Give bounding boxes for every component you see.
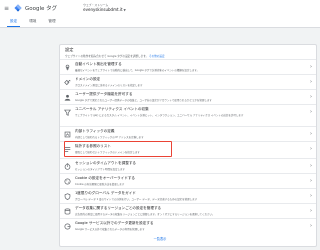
setting-row[interactable]: 内部トラフィックの定義 内部として扱われるトラフィックの IP アドレスを定義し… <box>60 126 316 141</box>
panel-intro-text: ウェブサイトの動作を組み合わせて Google タグの設定を調整します。 <box>65 55 149 58</box>
setting-desc: 最適なイベントをウェブサイトで自動的に検出して、Google タグで計測対象のイ… <box>75 68 200 72</box>
google-tag-logo <box>14 4 22 12</box>
traffic-icon <box>64 131 71 138</box>
google-icon <box>64 223 71 230</box>
timer-icon <box>64 163 71 170</box>
setting-title: Cookie の設定をオーバーライドする <box>75 176 136 180</box>
setting-title: 1度限りのグローバル データをガイド <box>75 191 136 195</box>
domain-icon <box>64 79 71 86</box>
setting-desc: Google サービス以外で収集されたデータの利用を管理します <box>75 227 145 231</box>
show-all-link[interactable]: 一覧表示 <box>0 236 320 241</box>
chevron-right-icon: › <box>310 146 312 152</box>
setting-row[interactable]: Google サービス以外でのデータ更新を設定する Google サービス以外で… <box>60 218 316 233</box>
chevron-right-icon: › <box>310 64 312 70</box>
account-selector[interactable]: ウェブ・ストリーム evenyskinsubdmt.it▼ <box>83 0 126 16</box>
panel-title: 設定 <box>65 47 74 52</box>
filter-icon <box>64 109 71 116</box>
shield-icon <box>64 193 71 200</box>
setting-desc: Google タグで測定されたユーザー提供データの収集と、ユーザ分の設定がアカウ… <box>75 98 212 102</box>
setting-title: セッションのタイムアウトを調整する <box>75 161 137 165</box>
setting-title: Google サービス以外でのデータ更新を設定する <box>75 221 154 225</box>
setting-row[interactable]: ユニバーサル アナリティクス イベントの収集 ウェブサイトで ga() によるカ… <box>60 104 316 119</box>
tab-settings[interactable]: 設定 <box>4 19 23 27</box>
menu-icon[interactable]: ≡ <box>0 0 13 16</box>
setting-row[interactable]: ドメインの設定 クロスドメイン測定に含めるドメインのリストを指定します › <box>60 74 316 89</box>
chevron-right-icon: › <box>310 178 312 184</box>
tab-bar: 設定 環境 管理 <box>0 16 320 28</box>
setting-row[interactable]: データ収集に関するリージョンごとの設定を管理する 広告目的の測定に使用するデータ… <box>60 203 316 218</box>
setting-title: ドメインの設定 <box>75 77 101 81</box>
account-name-row: evenyskinsubdmt.it▼ <box>83 7 126 13</box>
menu-glyph: ≡ <box>3 4 10 12</box>
setting-desc: 内部として扱われるトラフィックの IP アドレスを定義します <box>75 135 144 139</box>
product-name: Google タグ <box>25 6 58 12</box>
setting-desc: グローバル データ 1 度のサイトでの計測を行い、ユーザー データ、データ記述す… <box>75 197 198 201</box>
setting-title: データ収集に関するリージョンごとの設定を管理する <box>75 206 162 210</box>
setting-row[interactable]: セッションのタイムアウトを調整する セッションのタイムアウト時間を設定します › <box>60 158 316 173</box>
chevron-right-icon: › <box>310 131 312 137</box>
panel-intro: ウェブサイトの動作を組み合わせて Google タグの設定を調整します。 その他… <box>65 54 165 58</box>
setting-title: 内部トラフィックの定義 <box>75 129 115 133</box>
setting-title: ユニバーサル アナリティクス イベントの収集 <box>75 107 149 111</box>
data-icon <box>64 208 71 215</box>
chevron-right-icon: › <box>310 193 312 199</box>
setting-desc: 広告目的の測定に使用するデータの収集をリージョンごとに制御します。オン / オフ… <box>75 212 215 216</box>
chevron-right-icon: › <box>310 94 312 100</box>
setting-row[interactable]: 自動イベント検出を管理する 最適なイベントをウェブサイトで自動的に検出して、Go… <box>60 59 316 74</box>
highlight-box <box>64 141 172 157</box>
account-name: evenyskinsubdmt.it <box>83 6 123 12</box>
setting-row[interactable]: ユーザー提供データ機能を許可する Google タグで測定されたユーザー提供デー… <box>60 89 316 104</box>
setting-desc: セッションのタイムアウト時間を設定します <box>75 167 125 171</box>
setting-desc: Cookie の有効期限と更新方法を変更します <box>75 182 125 186</box>
setting-title: ユーザー提供データ機能を許可する <box>75 92 133 96</box>
chevron-right-icon: › <box>310 79 312 85</box>
cookie-icon <box>64 178 71 185</box>
tab-environment[interactable]: 環境 <box>23 19 42 27</box>
setting-row[interactable]: 1度限りのグローバル データをガイド グローバル データ 1 度のサイトでの計測… <box>60 188 316 203</box>
setting-title: 自動イベント検出を管理する <box>75 62 122 66</box>
touch-icon <box>64 64 71 71</box>
setting-desc: ウェブサイトで ga() によるカスタム イベント、イベント計測ヒット、インタラ… <box>75 113 244 117</box>
chevron-right-icon: › <box>310 163 312 169</box>
setting-row[interactable]: Cookie の設定をオーバーライドする Cookie の有効期限と更新方法を変… <box>60 173 316 188</box>
app-header: ≡ Google タグ ウェブ・ストリーム evenyskinsubdmt.it… <box>0 0 320 16</box>
more-settings-link[interactable]: その他の設定 <box>149 55 165 58</box>
chevron-right-icon: › <box>310 109 312 115</box>
chevron-down-icon: ▼ <box>123 7 126 12</box>
tab-admin[interactable]: 管理 <box>42 19 61 27</box>
setting-desc: クロスドメイン測定に含めるドメインのリストを指定します <box>75 83 143 87</box>
user-icon <box>64 94 71 101</box>
chevron-right-icon: › <box>310 223 312 229</box>
chevron-right-icon: › <box>310 208 312 214</box>
